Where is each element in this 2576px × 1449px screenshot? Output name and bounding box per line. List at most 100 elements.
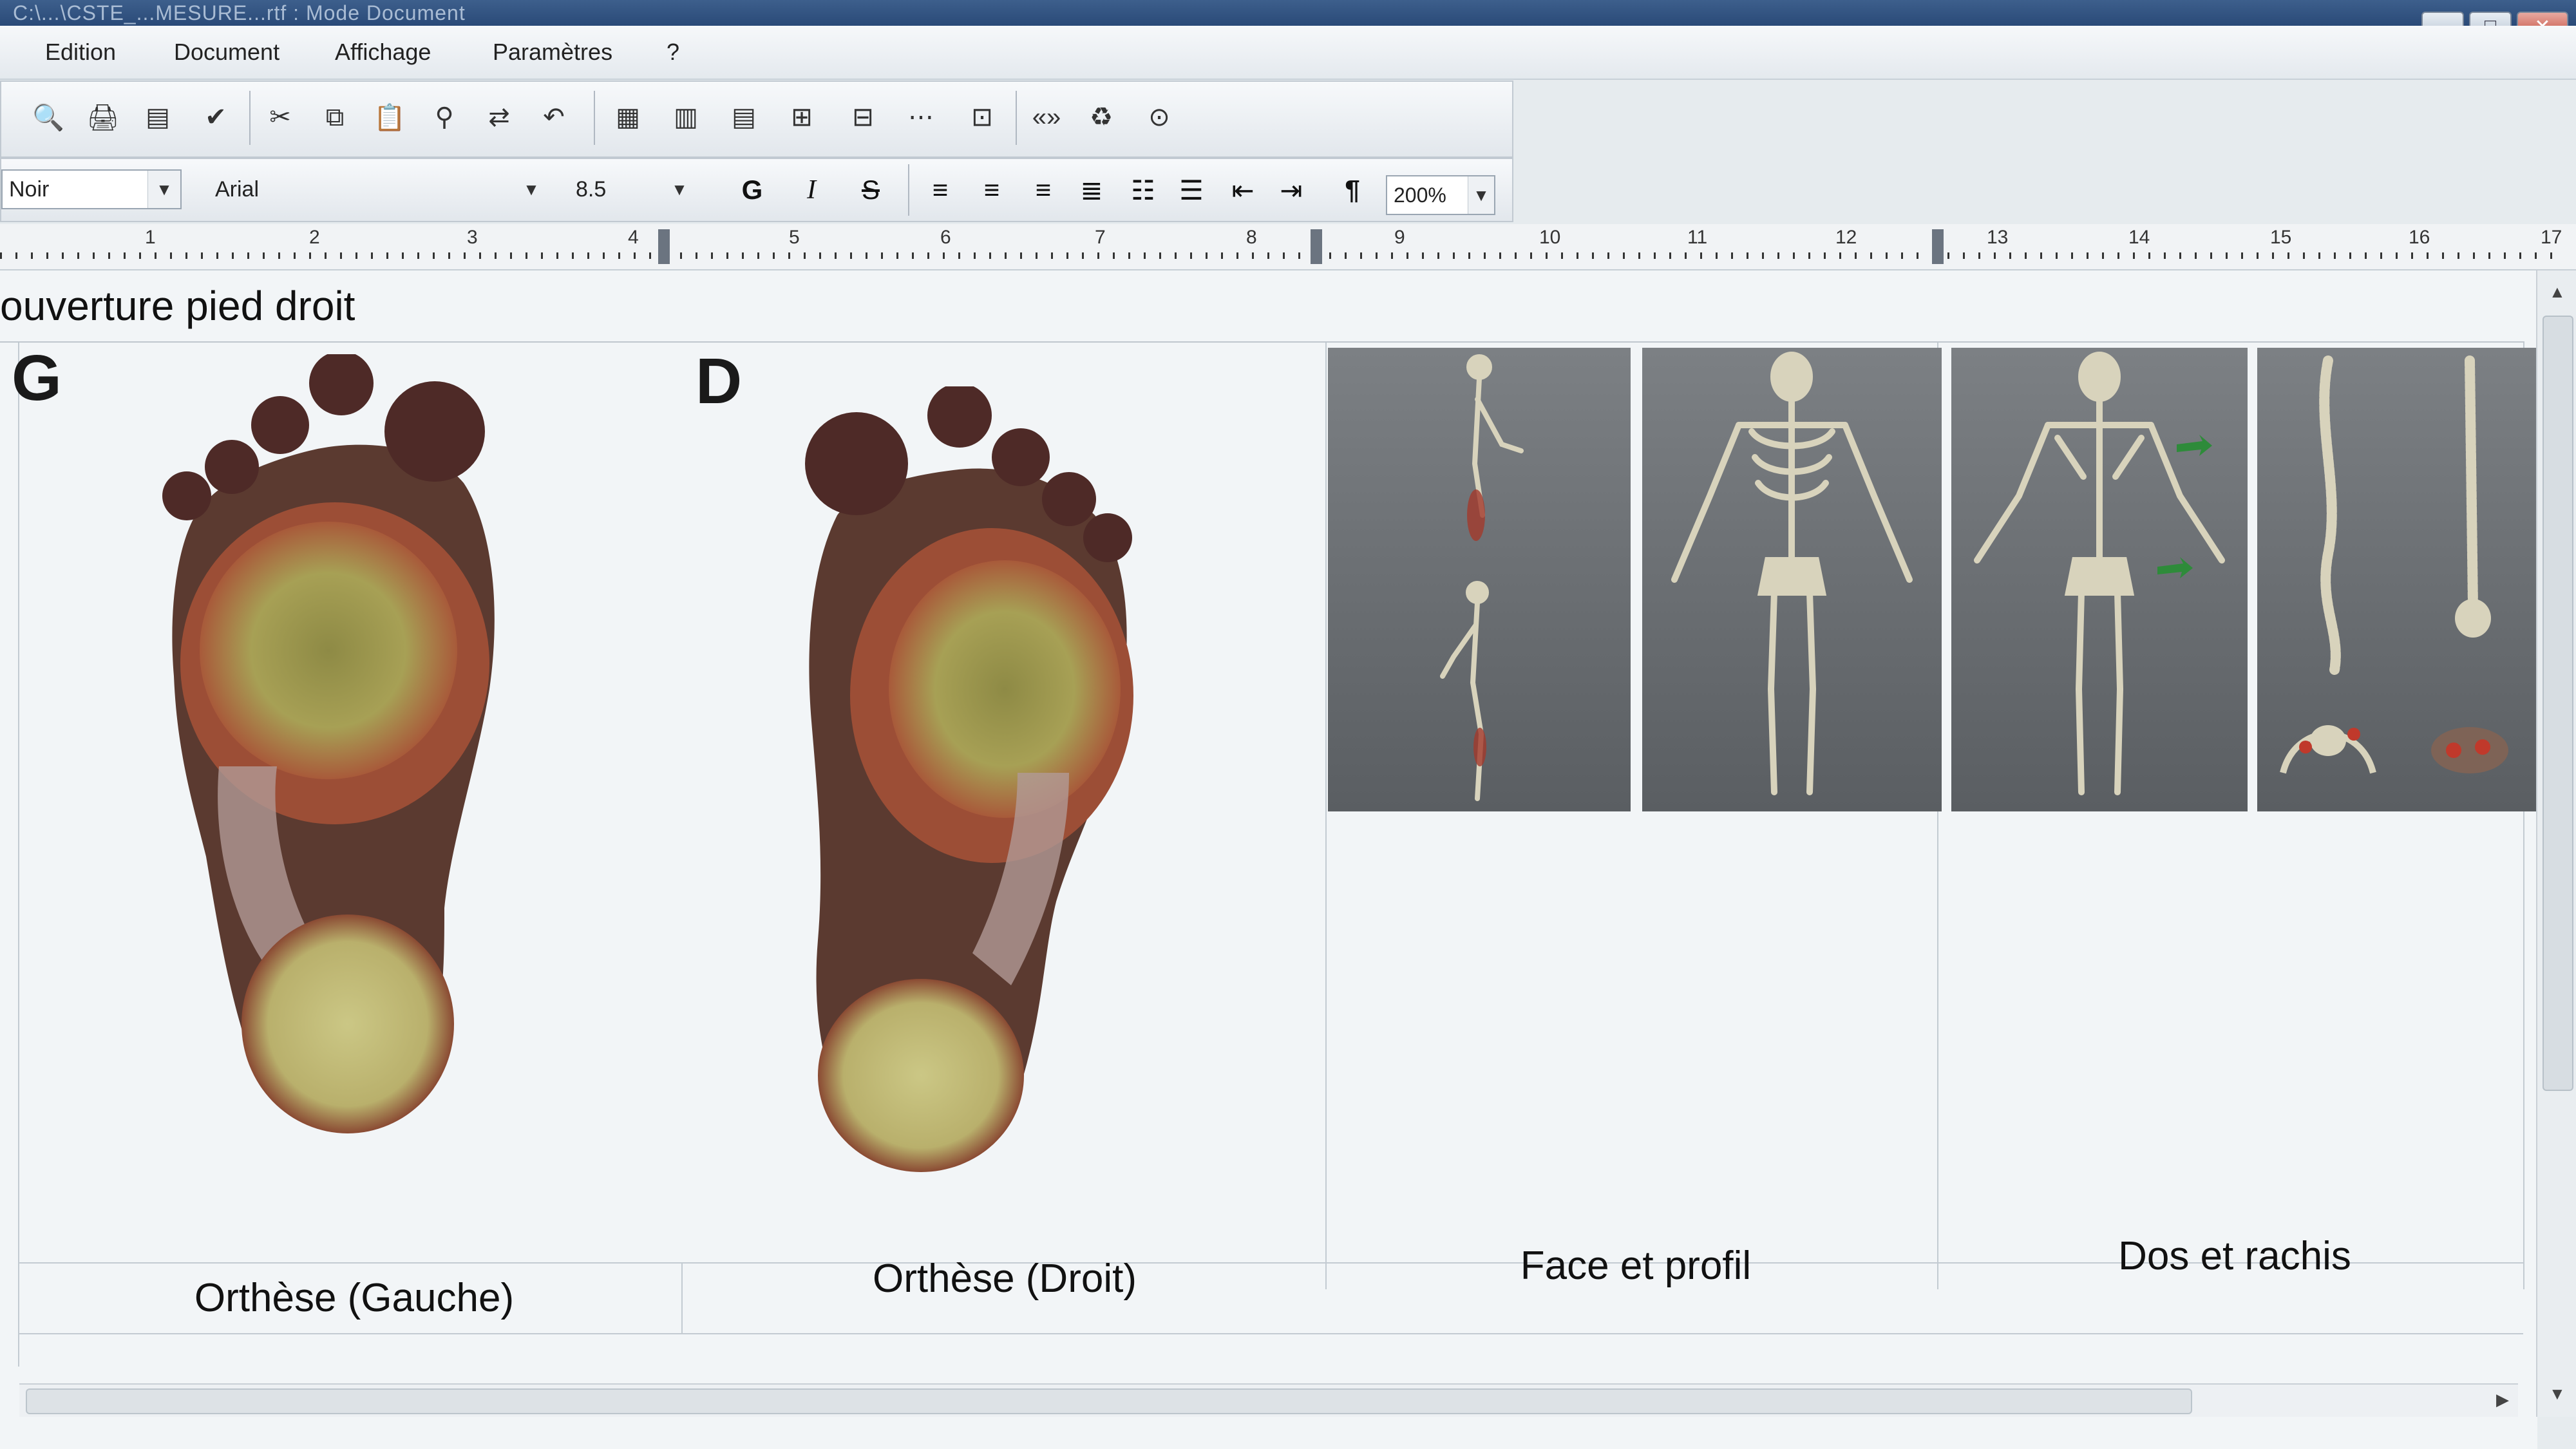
decrease-indent-icon[interactable]: ⇤	[1224, 169, 1262, 211]
font-size-select[interactable]: 8.5 ▼	[568, 169, 697, 209]
ruler-number: 15	[2270, 227, 2292, 248]
chevron-down-icon[interactable]: ▼	[663, 171, 696, 208]
scroll-down-icon[interactable]: ▼	[2549, 1384, 2566, 1404]
ruler-indent-marker[interactable]	[658, 229, 670, 264]
ruler-number: 7	[1095, 227, 1106, 248]
ruler[interactable]: 1 2 3 4 5 6 7 8 9 10 11 12 13 14 15 16 1…	[0, 224, 2576, 270]
justify-icon[interactable]: ≣	[1072, 169, 1111, 211]
document-page[interactable]: ouverture pied droit G D Orthèse (Gauche…	[0, 270, 2544, 1449]
align-center-icon[interactable]: ≡	[972, 169, 1011, 211]
right-foot-ball	[889, 560, 1121, 818]
left-foot-ball	[200, 522, 457, 779]
vertical-scrollbar[interactable]: ▲ ▼	[2536, 270, 2576, 1417]
left-toe-4	[205, 440, 259, 494]
horizontal-scroll-thumb[interactable]	[26, 1388, 2192, 1414]
pilcrow-button[interactable]: ¶	[1333, 169, 1372, 211]
ruler-number: 4	[628, 227, 639, 248]
back-view-panel	[1951, 348, 2248, 811]
table-border	[18, 1333, 2523, 1334]
caption-right-orthosis: Orthèse (Droit)	[873, 1256, 1137, 1301]
ruler-ticks	[0, 252, 2563, 259]
right-toe-2	[927, 386, 992, 448]
ruler-number: 17	[2541, 227, 2562, 248]
right-toe-3	[992, 428, 1050, 486]
table-columns-icon[interactable]: ▥	[665, 96, 707, 138]
right-foot-pressure-map	[805, 386, 1133, 1172]
insert-table-icon[interactable]: ▦	[607, 96, 649, 138]
insert-row-icon[interactable]: ⊞	[781, 96, 823, 138]
left-toe-3	[251, 396, 309, 454]
spellcheck-icon[interactable]: ✔	[194, 96, 237, 138]
zoom-select[interactable]: 200% ▼	[1386, 175, 1495, 215]
table-border	[681, 1262, 683, 1333]
horizontal-scrollbar[interactable]: ▶	[19, 1383, 2518, 1417]
color-select[interactable]: Noir ▼	[1, 169, 182, 209]
vertical-scroll-thumb[interactable]	[2543, 316, 2573, 1091]
fields-icon[interactable]: «»	[1025, 96, 1068, 138]
font-size-value: 8.5	[576, 177, 607, 202]
font-select-value: Arial	[215, 177, 260, 202]
ruler-number: 5	[789, 227, 800, 248]
increase-indent-icon[interactable]: ⇥	[1272, 169, 1311, 211]
scroll-right-icon[interactable]: ▶	[2496, 1390, 2509, 1410]
ruler-number: 14	[2128, 227, 2150, 248]
menu-parametres[interactable]: Paramètres	[493, 39, 612, 66]
page-setup-icon[interactable]: ▤	[137, 96, 179, 138]
spine-figure	[2280, 355, 2508, 774]
grid-icon[interactable]: ⋯	[900, 96, 942, 138]
cut-icon[interactable]: ✂	[259, 96, 301, 138]
strikethrough-button[interactable]: S	[851, 169, 890, 211]
ruler-tab-marker[interactable]	[1932, 229, 1944, 264]
right-toe-4	[1042, 472, 1096, 526]
bold-button[interactable]: G	[733, 169, 772, 211]
ruler-number: 3	[467, 227, 478, 248]
align-right-icon[interactable]: ≡	[1024, 169, 1063, 211]
standard-toolbar: 🔍 🖨 ▤ ✔ ✂ ⧉ 📋 ⚲ ⇄ ↶ ▦ ▥ ▤ ⊞ ⊟ ⋯ ⊡ «» ♻ ⊙	[0, 80, 1513, 158]
chevron-down-icon[interactable]: ▼	[1468, 176, 1494, 214]
preview-icon[interactable]: ⊙	[1138, 96, 1180, 138]
right-foot-letter: D	[696, 345, 743, 417]
profile-skeleton-figure	[1440, 354, 1524, 801]
ruler-number: 13	[1987, 227, 2009, 248]
title-bar: C:\...\CSTE_...MESURE...rtf : Mode Docum…	[0, 0, 2576, 41]
ruler-number: 1	[145, 227, 156, 248]
find-icon[interactable]: ⚲	[423, 96, 466, 138]
undo-icon[interactable]: ↶	[533, 96, 575, 138]
print-icon[interactable]: 🖨	[82, 96, 124, 138]
back-skeleton-figure	[1974, 352, 2225, 795]
left-foot-letter: G	[12, 342, 62, 414]
table-border	[18, 343, 19, 1367]
ruler-tab-marker[interactable]	[1311, 229, 1322, 264]
paste-icon[interactable]: 📋	[368, 96, 411, 138]
font-select[interactable]: Arial ▼	[207, 169, 549, 209]
menu-help[interactable]: ?	[667, 39, 679, 66]
numbered-list-icon[interactable]: ☷	[1124, 169, 1162, 211]
toolbar-separator	[908, 164, 909, 216]
toolbar-separator	[594, 91, 595, 145]
scroll-up-icon[interactable]: ▲	[2549, 282, 2566, 302]
heading-divider	[0, 341, 2524, 343]
clear-format-icon[interactable]: ♻	[1080, 96, 1122, 138]
copy-icon[interactable]: ⧉	[314, 96, 356, 138]
window-title: C:\...\CSTE_...MESURE...rtf : Mode Docum…	[13, 1, 466, 24]
toolbar-separator	[1016, 91, 1017, 145]
ruler-number: 6	[940, 227, 951, 248]
ruler-number: 9	[1394, 227, 1405, 248]
chevron-down-icon[interactable]: ▼	[147, 171, 180, 208]
italic-button[interactable]: I	[792, 169, 831, 211]
align-left-icon[interactable]: ≡	[921, 169, 960, 211]
bullet-list-icon[interactable]: ☰	[1172, 169, 1211, 211]
table-border	[1325, 343, 1327, 1289]
chevron-down-icon[interactable]: ▼	[515, 171, 547, 208]
caption-face-profile: Face et profil	[1520, 1244, 1752, 1288]
ruler-number: 10	[1539, 227, 1561, 248]
print-preview-icon[interactable]: 🔍	[27, 96, 70, 138]
menu-affichage[interactable]: Affichage	[335, 39, 431, 66]
replace-icon[interactable]: ⇄	[478, 96, 520, 138]
ruler-number: 16	[2409, 227, 2430, 248]
insert-column-icon[interactable]: ⊟	[842, 96, 884, 138]
menu-document[interactable]: Document	[174, 39, 279, 66]
zoom-page-icon[interactable]: ⊡	[961, 96, 1003, 138]
table-rows-icon[interactable]: ▤	[723, 96, 765, 138]
menu-edition[interactable]: Edition	[45, 39, 116, 66]
